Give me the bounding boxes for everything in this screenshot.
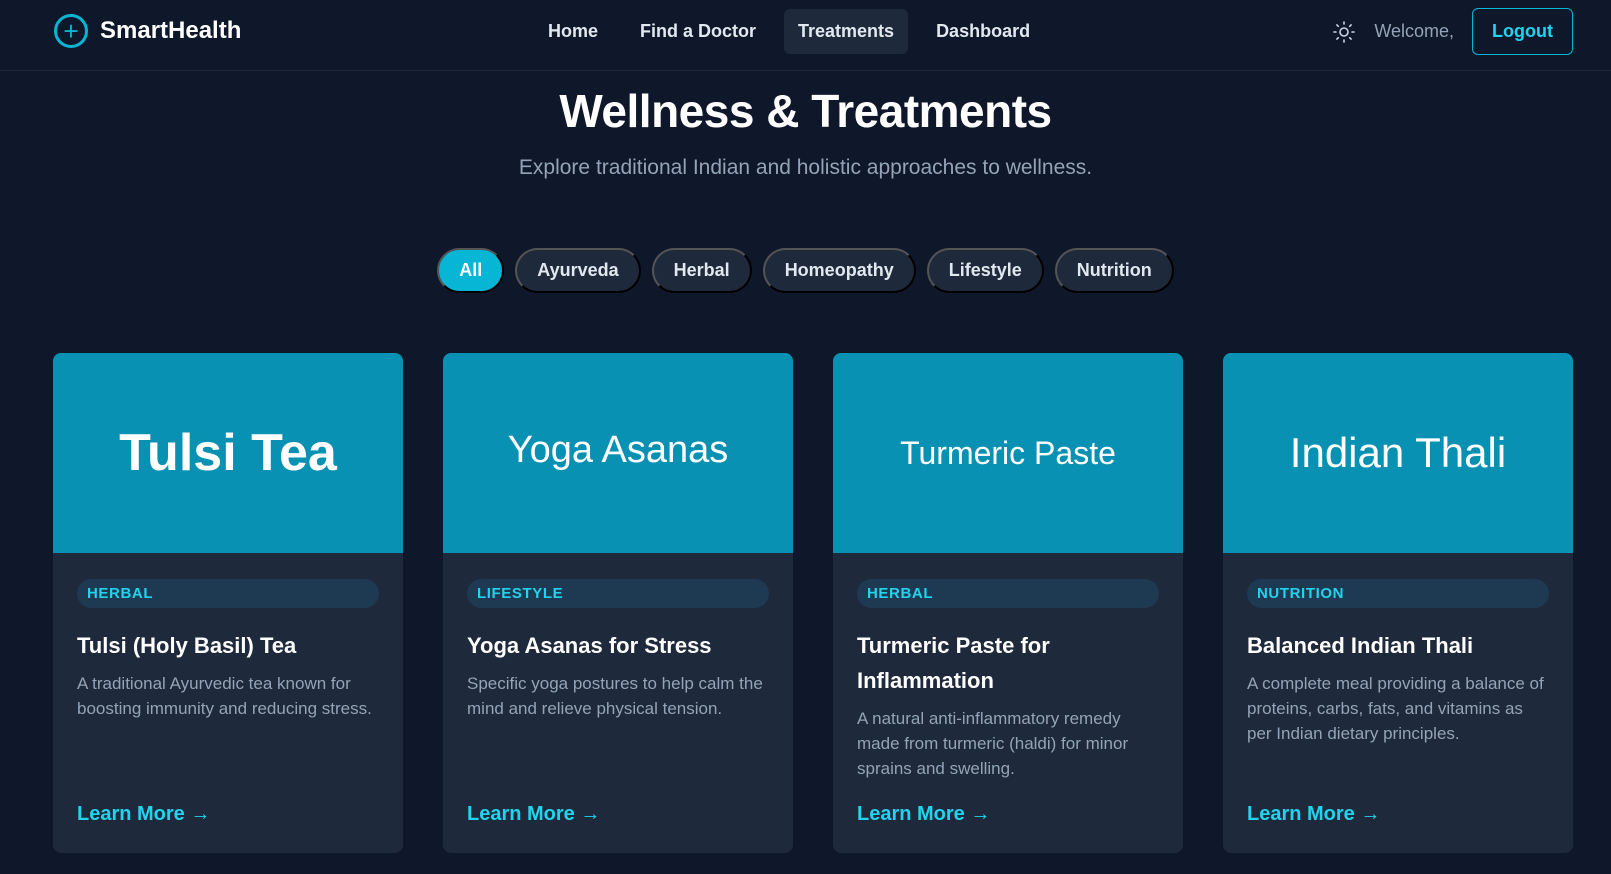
plus-circle-icon: + bbox=[54, 14, 88, 48]
filter-homeopathy[interactable]: Homeopathy bbox=[762, 248, 916, 293]
treatment-card-tulsi-tea: Tulsi Tea HERBAL Tulsi (Holy Basil) Tea … bbox=[53, 353, 403, 853]
card-banner: Tulsi Tea bbox=[53, 353, 403, 553]
card-category-tag: HERBAL bbox=[77, 579, 379, 608]
navbar: + SmartHealth Home Find a Doctor Treatme… bbox=[0, 0, 1611, 71]
treatment-card-yoga-asanas: Yoga Asanas LIFESTYLE Yoga Asanas for St… bbox=[443, 353, 793, 853]
learn-more-link[interactable]: Learn More → bbox=[77, 803, 210, 826]
brand-name: SmartHealth bbox=[100, 17, 242, 44]
card-description: A natural anti-inflammatory remedy made … bbox=[857, 709, 1129, 778]
card-category-tag: NUTRITION bbox=[1247, 579, 1549, 608]
card-title: Yoga Asanas for Stress bbox=[467, 633, 712, 658]
card-banner: Yoga Asanas bbox=[443, 353, 793, 553]
page-subtitle: Explore traditional Indian and holistic … bbox=[518, 156, 1093, 179]
nav-link-home[interactable]: Home bbox=[534, 9, 612, 54]
nav-link-dashboard[interactable]: Dashboard bbox=[922, 9, 1044, 54]
sun-icon[interactable] bbox=[1332, 20, 1356, 44]
filter-herbal[interactable]: Herbal bbox=[651, 248, 752, 293]
filter-nutrition[interactable]: Nutrition bbox=[1054, 248, 1174, 293]
learn-more-link[interactable]: Learn More → bbox=[1247, 803, 1380, 826]
welcome-text: Welcome, bbox=[1374, 21, 1455, 41]
card-description: A complete meal providing a balance of p… bbox=[1247, 674, 1544, 743]
nav-right: Welcome, Logout bbox=[1332, 8, 1573, 55]
nav-link-find-a-doctor[interactable]: Find a Doctor bbox=[626, 9, 770, 54]
card-title: Tulsi (Holy Basil) Tea bbox=[77, 633, 297, 658]
page-title: Wellness & Treatments bbox=[559, 85, 1052, 137]
learn-more-link[interactable]: Learn More → bbox=[857, 803, 990, 826]
filter-all[interactable]: All bbox=[437, 248, 505, 293]
card-banner: Turmeric Paste bbox=[833, 353, 1183, 553]
treatment-card-turmeric-paste: Turmeric Paste HERBAL Turmeric Paste for… bbox=[833, 353, 1183, 853]
treatment-card-indian-thali: Indian Thali NUTRITION Balanced Indian T… bbox=[1223, 353, 1573, 853]
card-banner-text: Tulsi Tea bbox=[119, 424, 337, 482]
card-banner-text: Turmeric Paste bbox=[900, 434, 1116, 471]
nav-links: Home Find a Doctor Treatments Dashboard bbox=[534, 9, 1044, 54]
brand-logo[interactable]: + SmartHealth bbox=[54, 14, 241, 48]
logout-button[interactable]: Logout bbox=[1472, 8, 1573, 55]
card-title: Turmeric Paste for Inflammation bbox=[857, 633, 1050, 693]
card-title: Balanced Indian Thali bbox=[1247, 633, 1474, 658]
card-category-tag: HERBAL bbox=[857, 579, 1159, 608]
treatment-cards: Tulsi Tea HERBAL Tulsi (Holy Basil) Tea … bbox=[53, 353, 1573, 853]
card-description: A traditional Ayurvedic tea known for bo… bbox=[77, 674, 372, 718]
category-filters: All Ayurveda Herbal Homeopathy Lifestyle… bbox=[0, 248, 1611, 293]
filter-lifestyle[interactable]: Lifestyle bbox=[926, 248, 1044, 293]
nav-link-treatments[interactable]: Treatments bbox=[784, 9, 909, 54]
filter-ayurveda[interactable]: Ayurveda bbox=[515, 248, 641, 293]
card-description: Specific yoga postures to help calm the … bbox=[467, 674, 763, 718]
card-banner-text: Yoga Asanas bbox=[507, 428, 729, 471]
card-banner: Indian Thali bbox=[1223, 353, 1573, 553]
learn-more-link[interactable]: Learn More → bbox=[467, 803, 600, 826]
card-banner-text: Indian Thali bbox=[1289, 429, 1507, 476]
card-category-tag: LIFESTYLE bbox=[467, 579, 769, 608]
